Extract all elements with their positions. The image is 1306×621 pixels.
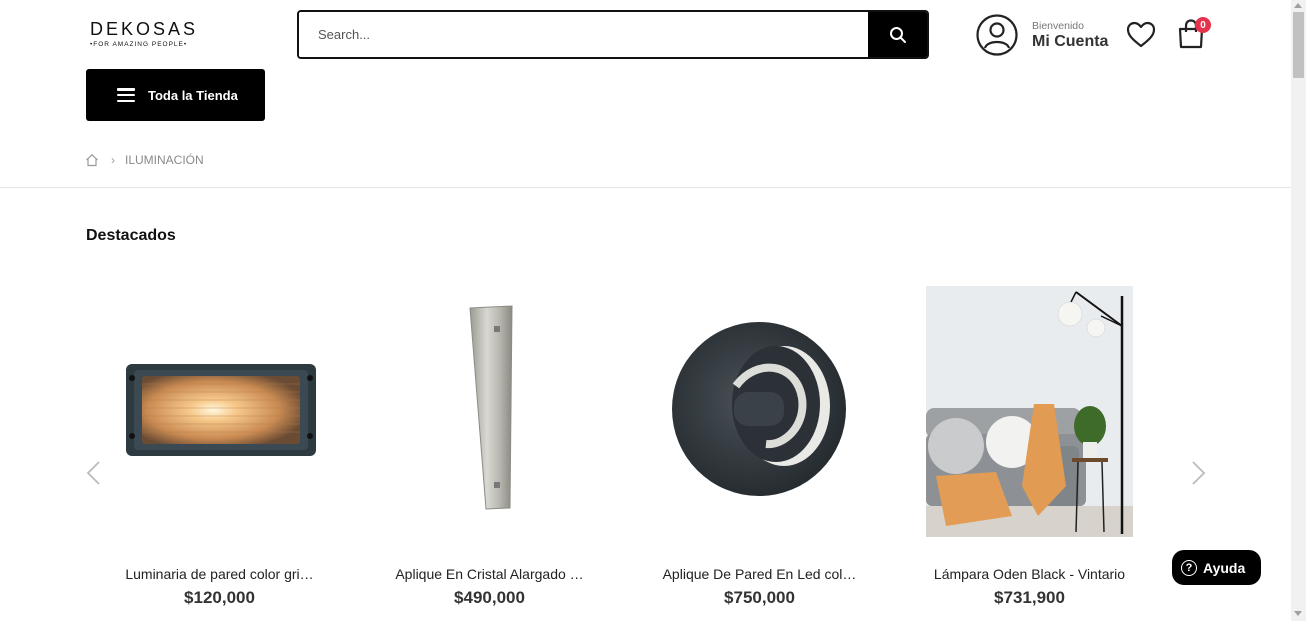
breadcrumb: › ILUMINACIÓN (85, 153, 204, 167)
hamburger-icon (117, 88, 135, 102)
scrollbar-thumb[interactable] (1293, 12, 1304, 78)
home-icon[interactable] (85, 153, 99, 167)
scroll-up-arrow-icon[interactable] (1294, 3, 1302, 8)
cart-count-badge: 0 (1195, 17, 1211, 33)
account-welcome-text: Bienvenido (1032, 19, 1084, 32)
scroll-down-arrow-icon[interactable] (1294, 611, 1302, 616)
magnifier-icon (889, 26, 906, 43)
account-name: Mi Cuenta (1032, 32, 1109, 50)
question-circle-icon: ? (1181, 559, 1197, 576)
product-card[interactable]: Lámpara Oden Black - Vintario $731,900 (926, 286, 1133, 608)
product-price: $490,000 (454, 588, 525, 607)
chevron-left-icon[interactable] (84, 458, 104, 488)
product-image[interactable] (386, 286, 593, 537)
product-card[interactable]: Luminaria de pared color gri… $120,000 (116, 286, 323, 608)
help-label: Ayuda (1203, 559, 1246, 576)
product-image[interactable] (116, 286, 323, 537)
chevron-right-icon[interactable] (1188, 458, 1208, 488)
heart-icon[interactable] (1126, 21, 1156, 49)
logo-tagline: •FOR AMAZING PEOPLE• (90, 41, 188, 48)
product-price: $120,000 (184, 588, 255, 607)
product-name[interactable]: Lámpara Oden Black - Vintario (926, 566, 1133, 582)
product-card[interactable]: Aplique En Cristal Alargado … $490,000 (386, 286, 593, 608)
logo-wordmark: DEKOSAS (90, 19, 199, 39)
chevron-right-icon: › (111, 153, 115, 167)
all-store-menu-button[interactable]: Toda la Tienda (86, 69, 265, 121)
product-image[interactable] (926, 286, 1133, 537)
search-button[interactable] (868, 12, 927, 57)
search-input[interactable] (299, 12, 868, 57)
brand-logo[interactable]: DEKOSAS •FOR AMAZING PEOPLE• (90, 20, 206, 50)
product-name[interactable]: Aplique En Cristal Alargado … (386, 566, 593, 582)
section-title: Destacados (86, 227, 176, 244)
account-link[interactable]: Bienvenido Mi Cuenta (976, 14, 1108, 56)
product-price: $731,900 (994, 588, 1065, 607)
help-button[interactable]: ? Ayuda (1172, 550, 1261, 585)
breadcrumb-current: ILUMINACIÓN (125, 153, 204, 167)
product-image[interactable] (656, 286, 863, 537)
product-price: $750,000 (724, 588, 795, 607)
product-card[interactable]: Aplique De Pared En Led col… $750,000 (656, 286, 863, 608)
product-name[interactable]: Luminaria de pared color gri… (116, 566, 323, 582)
user-circle-icon (976, 14, 1018, 56)
page-scrollbar[interactable] (1291, 0, 1306, 621)
product-name[interactable]: Aplique De Pared En Led col… (656, 566, 863, 582)
search-bar (297, 10, 929, 59)
store-button-label: Toda la Tienda (148, 87, 238, 103)
header-divider (0, 187, 1291, 188)
